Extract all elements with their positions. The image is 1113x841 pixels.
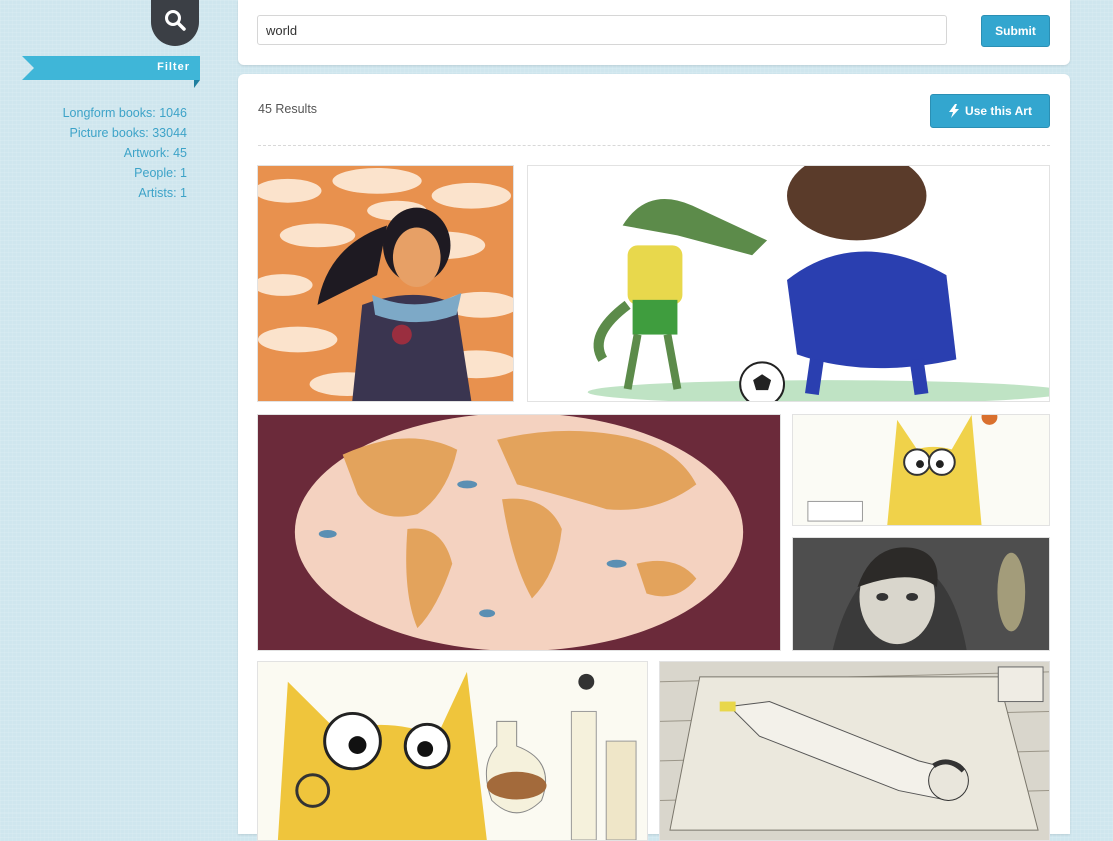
artwork-tile-sleeping-boy[interactable]	[659, 661, 1050, 841]
search-toggle-button[interactable]	[151, 0, 199, 46]
artwork-tile-world-map[interactable]	[257, 414, 781, 651]
artwork-tile-boy-portrait[interactable]	[792, 537, 1050, 651]
filter-longform-books[interactable]: Longform books: 1046	[63, 103, 187, 123]
search-panel: Submit	[238, 0, 1070, 65]
filter-list: Longform books: 1046 Picture books: 3304…	[63, 103, 187, 203]
use-this-art-button[interactable]: Use this Art	[930, 94, 1050, 128]
artwork-tile-girl-clouds[interactable]	[257, 165, 514, 402]
results-panel: 45 Results Use this Art	[238, 74, 1070, 841]
artwork-girl-clouds	[258, 166, 513, 401]
filter-artwork[interactable]: Artwork: 45	[63, 143, 187, 163]
artwork-tile-yellow-cat[interactable]	[792, 414, 1050, 526]
artwork-tile-soccer-animals[interactable]	[527, 165, 1050, 402]
search-icon	[165, 10, 186, 31]
filter-ribbon: Filter	[22, 56, 202, 90]
filter-label: Filter	[157, 61, 190, 73]
submit-button[interactable]: Submit	[981, 15, 1050, 47]
filter-picture-books[interactable]: Picture books: 33044	[63, 123, 187, 143]
filter-artists[interactable]: Artists: 1	[63, 183, 187, 203]
use-this-art-label: Use this Art	[965, 104, 1032, 118]
artwork-yellow-cat	[793, 415, 1049, 525]
lightning-icon	[949, 104, 960, 118]
artwork-tile-cat-lab[interactable]	[257, 661, 648, 841]
results-count: 45 Results	[258, 102, 318, 116]
results-divider	[258, 145, 1050, 146]
artwork-world-map	[258, 415, 780, 650]
artwork-boy-portrait	[793, 538, 1049, 650]
artwork-soccer-animals	[528, 166, 1049, 401]
artwork-cat-lab	[258, 662, 647, 840]
filter-people[interactable]: People: 1	[63, 163, 187, 183]
artwork-sleeping-boy	[660, 662, 1049, 840]
search-input[interactable]	[257, 15, 947, 45]
